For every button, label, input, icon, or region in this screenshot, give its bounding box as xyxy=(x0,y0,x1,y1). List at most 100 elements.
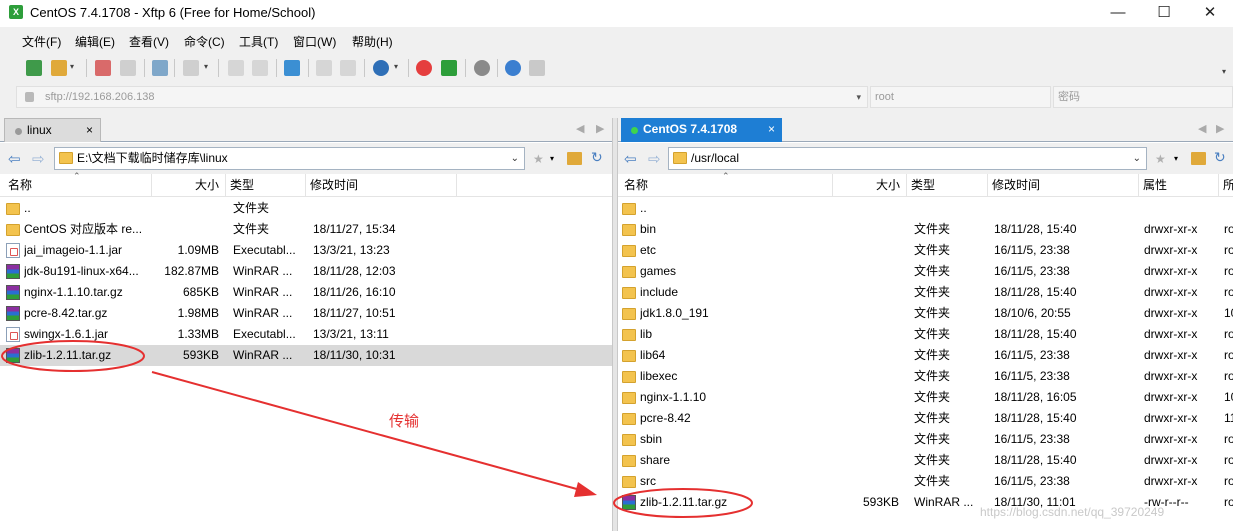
table-row[interactable]: nginx-1.1.10.tar.gz 685KB WinRAR ... 18/11/… xyxy=(0,282,612,303)
menu-tools[interactable]: 工具(T) xyxy=(239,33,278,50)
remote-path-input[interactable]: /usr/local ⌄ xyxy=(668,147,1147,170)
tab-scroll-left-icon[interactable]: ◀ xyxy=(1198,122,1206,135)
menu-command[interactable]: 命令(C) xyxy=(184,33,225,50)
table-row[interactable]: pcre-8.42.tar.gz 1.98MB WinRAR ... 18/11/27… xyxy=(0,303,612,324)
open-folder-icon[interactable] xyxy=(51,60,67,76)
refresh-icon[interactable]: ↻ xyxy=(591,149,603,166)
table-row[interactable]: lib64 文件夹 16/11/5, 23:38 drwxr-xr-x ro xyxy=(618,345,1233,366)
reconnect-icon[interactable] xyxy=(95,60,111,76)
cell-name: CentOS 对应版本 re... xyxy=(24,222,143,236)
table-row[interactable]: swingx-1.6.1.jar 1.33MB Executabl... 13/3/2… xyxy=(0,324,612,345)
bookmark-dropdown-icon[interactable]: ▾ xyxy=(1174,154,1178,163)
toolbar-overflow-icon[interactable]: ▾ xyxy=(1222,67,1226,76)
paste-icon[interactable] xyxy=(252,60,268,76)
cell-size xyxy=(833,450,899,471)
tab-close-icon[interactable]: × xyxy=(86,119,93,142)
back-arrow-icon[interactable]: ⇦ xyxy=(624,150,637,168)
encoding-dropdown-icon[interactable]: ▾ xyxy=(394,62,398,71)
column-name[interactable]: 名称 xyxy=(4,174,152,197)
column-owner[interactable]: 所 xyxy=(1219,174,1233,197)
username-field[interactable]: root xyxy=(870,86,1051,108)
forward-arrow-icon[interactable]: ⇨ xyxy=(648,150,661,168)
menu-help[interactable]: 帮助(H) xyxy=(352,33,393,50)
table-row[interactable]: jdk-8u191-linux-x64... 182.87MB WinRAR ...… xyxy=(0,261,612,282)
help-icon[interactable] xyxy=(505,60,521,76)
table-row[interactable]: games 文件夹 16/11/5, 23:38 drwxr-xr-x ro xyxy=(618,261,1233,282)
table-row[interactable]: zlib-1.2.11.tar.gz 593KB WinRAR ... 18/11/3… xyxy=(0,345,612,366)
bookmark-dropdown-icon[interactable]: ▾ xyxy=(550,154,554,163)
open-dropdown-icon[interactable]: ▾ xyxy=(70,62,74,71)
new-tab-icon[interactable] xyxy=(152,60,168,76)
home-folder-icon[interactable] xyxy=(1191,152,1206,165)
toolbar-separator xyxy=(497,59,498,77)
gear-icon[interactable] xyxy=(474,60,490,76)
forward-arrow-icon[interactable]: ⇨ xyxy=(32,150,45,168)
table-row[interactable]: bin 文件夹 18/11/28, 15:40 drwxr-xr-x ro xyxy=(618,219,1233,240)
host-address-field[interactable]: sftp://192.168.206.138 ▾ xyxy=(16,86,868,108)
tab-close-icon[interactable]: × xyxy=(768,118,775,141)
table-row[interactable]: sbin 文件夹 16/11/5, 23:38 drwxr-xr-x ro xyxy=(618,429,1233,450)
cell-name: bin xyxy=(640,222,657,236)
tab-scroll-right-icon[interactable]: ▶ xyxy=(1216,122,1224,135)
cell-attr: drwxr-xr-x xyxy=(1144,285,1198,299)
host-dropdown-icon[interactable]: ▾ xyxy=(856,87,861,107)
xftp-icon[interactable] xyxy=(441,60,457,76)
table-row[interactable]: nginx-1.1.10 文件夹 18/11/28, 16:05 drwxr-xr-x… xyxy=(618,387,1233,408)
cell-modified: 18/11/27, 15:34 xyxy=(313,222,396,236)
close-button[interactable]: ✕ xyxy=(1187,0,1233,27)
table-row[interactable]: jdk1.8.0_191 文件夹 18/10/6, 20:55 drwxr-xr-x 1… xyxy=(618,303,1233,324)
column-modified[interactable]: 修改时间 xyxy=(306,174,457,197)
maximize-button[interactable]: ☐ xyxy=(1141,0,1187,27)
xshell-icon[interactable] xyxy=(416,60,432,76)
table-row[interactable]: .. xyxy=(618,198,1233,219)
table-row[interactable]: include 文件夹 18/11/28, 15:40 drwxr-xr-x ro xyxy=(618,282,1233,303)
table-row[interactable]: jai_imageio-1.1.jar 1.09MB Executabl... 13/… xyxy=(0,240,612,261)
table-row[interactable]: share 文件夹 18/11/28, 15:40 drwxr-xr-x ro xyxy=(618,450,1233,471)
terminal-dropdown-icon[interactable]: ▾ xyxy=(204,62,208,71)
table-row[interactable]: CentOS 对应版本 re... 文件夹 18/11/27, 15:34 xyxy=(0,219,612,240)
cell-type: 文件夹 xyxy=(914,243,951,257)
tab-scroll-left-icon[interactable]: ◀ xyxy=(576,122,584,135)
address-bar: sftp://192.168.206.138 ▾ root 密码 xyxy=(0,83,1233,112)
column-size[interactable]: 大小 xyxy=(152,174,226,197)
bookmark-star-icon[interactable]: ★ xyxy=(533,152,544,166)
cell-type: WinRAR ... xyxy=(233,348,293,362)
sync-transfer-icon[interactable] xyxy=(284,60,300,76)
tab-remote-centos[interactable]: CentOS 7.4.1708 × xyxy=(621,118,782,142)
chat-icon[interactable] xyxy=(529,60,545,76)
table-row[interactable]: etc 文件夹 16/11/5, 23:38 drwxr-xr-x ro xyxy=(618,240,1233,261)
table-row[interactable]: pcre-8.42 文件夹 18/11/28, 15:40 drwxr-xr-x 11 xyxy=(618,408,1233,429)
column-attributes[interactable]: 属性 xyxy=(1139,174,1219,197)
copy-icon[interactable] xyxy=(228,60,244,76)
column-type[interactable]: 类型 xyxy=(907,174,988,197)
menu-window[interactable]: 窗口(W) xyxy=(293,33,336,50)
path-dropdown-icon[interactable]: ⌄ xyxy=(1133,148,1141,169)
path-dropdown-icon[interactable]: ⌄ xyxy=(511,148,519,169)
column-modified[interactable]: 修改时间 xyxy=(988,174,1139,197)
table-row[interactable]: src 文件夹 16/11/5, 23:38 drwxr-xr-x ro xyxy=(618,471,1233,492)
table-row[interactable]: lib 文件夹 18/11/28, 15:40 drwxr-xr-x ro xyxy=(618,324,1233,345)
tab-scroll-right-icon[interactable]: ▶ xyxy=(596,122,604,135)
print-icon[interactable] xyxy=(316,60,332,76)
globe-icon[interactable] xyxy=(373,60,389,76)
password-field[interactable]: 密码 xyxy=(1053,86,1233,108)
table-row[interactable]: .. 文件夹 xyxy=(0,198,612,219)
menu-file[interactable]: 文件(F) xyxy=(22,33,61,50)
local-path-input[interactable]: E:\文档下载临时储存库\linux ⌄ xyxy=(54,147,525,170)
properties-icon[interactable] xyxy=(340,60,356,76)
table-row[interactable]: libexec 文件夹 16/11/5, 23:38 drwxr-xr-x ro xyxy=(618,366,1233,387)
disconnect-icon[interactable] xyxy=(120,60,136,76)
menu-edit[interactable]: 编辑(E) xyxy=(75,33,115,50)
minimize-button[interactable]: — xyxy=(1095,0,1141,27)
back-arrow-icon[interactable]: ⇦ xyxy=(8,150,21,168)
terminal-icon[interactable] xyxy=(183,60,199,76)
refresh-icon[interactable]: ↻ xyxy=(1214,149,1226,166)
menu-view[interactable]: 查看(V) xyxy=(129,33,169,50)
bookmark-star-icon[interactable]: ★ xyxy=(1155,152,1166,166)
column-name[interactable]: 名称 xyxy=(620,174,833,197)
column-type[interactable]: 类型 xyxy=(226,174,306,197)
tab-local-linux[interactable]: linux × xyxy=(4,118,101,142)
column-size[interactable]: 大小 xyxy=(833,174,907,197)
new-session-icon[interactable] xyxy=(26,60,42,76)
home-folder-icon[interactable] xyxy=(567,152,582,165)
